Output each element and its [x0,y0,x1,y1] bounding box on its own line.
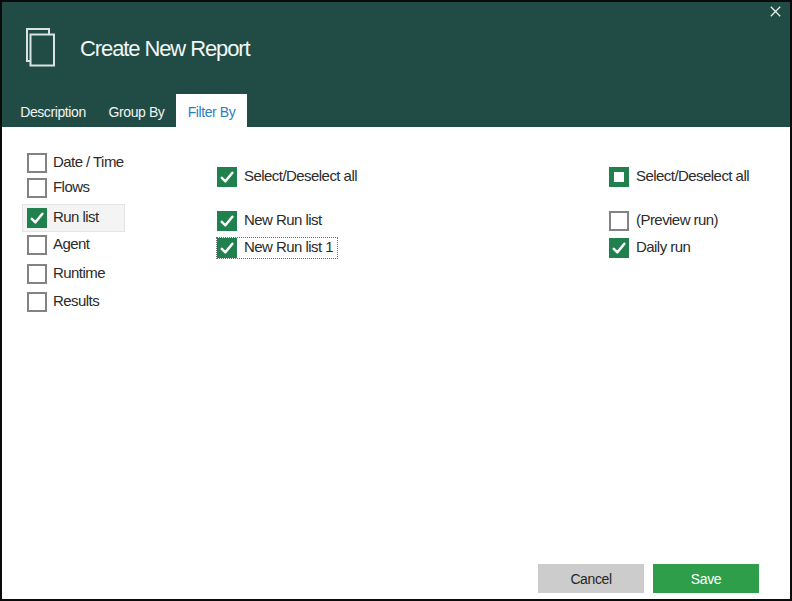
tab-label: Filter By [188,104,236,120]
check-icon [217,238,237,258]
checkbox-label: Agent [53,235,89,252]
tab-filter-by[interactable]: Filter By [176,94,247,127]
tab-description[interactable]: Description [12,94,94,127]
check-icon [609,238,629,258]
checkbox-flows[interactable] [27,178,47,198]
checkbox-results[interactable] [27,292,47,312]
checkbox-agent[interactable] [27,235,47,255]
checkbox-daily-run[interactable] [609,238,629,258]
tab-group-by[interactable]: Group By [94,94,179,127]
checkbox-row-runtime: Runtime [27,264,105,284]
checkbox-select-deselect-all[interactable] [609,167,629,187]
close-button[interactable] [760,2,790,24]
checkbox-run-list[interactable] [27,208,47,228]
checkbox-row-daily-run: Daily run [609,238,690,258]
check-icon [27,208,47,228]
checkbox-row-flows: Flows [27,178,89,198]
checkbox-label: Daily run [636,238,690,255]
checkbox-label: Results [53,292,99,309]
checkbox-new-run-list-1[interactable] [217,238,237,258]
cancel-button[interactable]: Cancel [538,564,644,593]
checkbox-label: Select/Deselect all [244,167,357,184]
report-pages-icon [26,28,56,68]
checkbox-row-new-run-list: New Run list [217,211,322,231]
dialog-title: Create New Report [80,36,250,62]
dialog-header: Create New Report Description Group By F… [2,2,790,127]
checkbox-label: Select/Deselect all [636,167,749,184]
checkbox-label: New Run list [244,211,322,228]
tab-label: Group By [109,104,165,120]
checkbox-label: Runtime [53,264,105,281]
checkbox-label: Date / Time [53,153,124,170]
checkbox-row-results: Results [27,292,99,312]
check-icon [217,167,237,187]
indeterminate-mark [614,172,624,182]
save-label: Save [691,571,721,587]
checkbox-row-agent: Agent [27,235,89,255]
checkbox-runtime[interactable] [27,264,47,284]
checkbox-row-new-run-list-1-focused: New Run list 1 [216,237,338,259]
checkbox-row-run-list: Run list [27,208,99,228]
checkbox-preview-run[interactable] [609,211,629,231]
checkbox-date-time[interactable] [27,153,47,173]
create-new-report-dialog: Create New Report Description Group By F… [0,0,792,601]
checkbox-select-deselect-all[interactable] [217,167,237,187]
cancel-label: Cancel [570,571,611,587]
checkbox-new-run-list[interactable] [217,211,237,231]
check-icon [217,211,237,231]
checkbox-label: (Preview run) [636,211,718,228]
close-icon [770,6,781,17]
checkbox-row-date-time: Date / Time [27,153,124,173]
checkbox-row-select-deselect-all: Select/Deselect all [217,167,357,187]
checkbox-label: New Run list 1 [244,238,333,255]
checkbox-row-select-deselect-all: Select/Deselect all [609,167,749,187]
tab-label: Description [20,104,86,120]
checkbox-label: Flows [53,178,89,195]
filter-by-panel: Date / Time Flows Run list Agent Runtime Resu… [2,127,790,599]
checkbox-row-preview-run: (Preview run) [609,211,718,231]
save-button[interactable]: Save [653,564,759,593]
checkbox-label: Run list [53,208,99,225]
